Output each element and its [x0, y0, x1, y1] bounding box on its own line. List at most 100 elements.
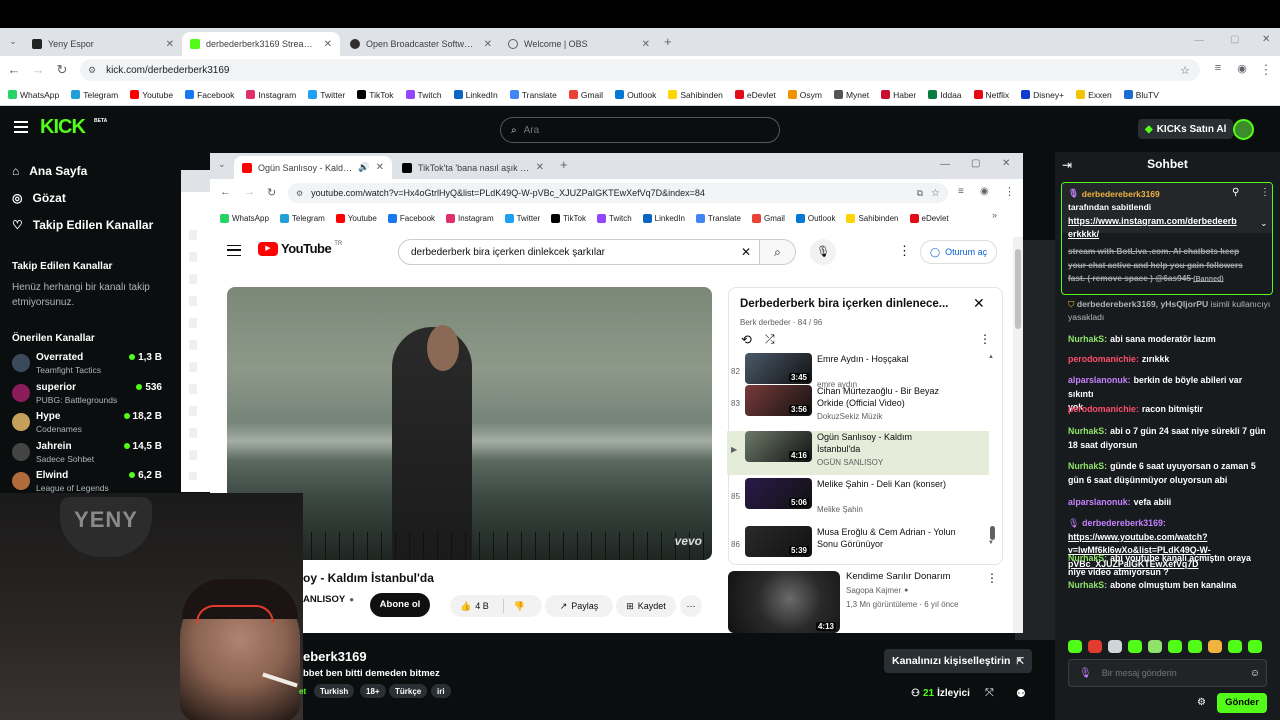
bookmark-sahibinden[interactable]: Sahibinden — [668, 90, 723, 100]
kick-logo[interactable]: KICK — [40, 116, 86, 139]
site-info-icon[interactable]: ⚙ — [296, 189, 303, 198]
close-icon[interactable]: ✕ — [166, 39, 174, 50]
recommended-channel[interactable]: Hype Codenames 18,2 B — [12, 411, 162, 439]
subscribe-button[interactable]: Abone ol — [370, 593, 430, 617]
like-count[interactable]: 4 B — [475, 601, 489, 611]
emote-icon[interactable] — [1148, 640, 1162, 653]
bookmark-exxen[interactable]: Exxen — [1076, 90, 1112, 100]
follow-user-icon[interactable]: ⚉ — [1016, 687, 1026, 700]
recommended-channel[interactable]: Sagopa Kajmer ● — [846, 586, 908, 595]
bookmark-twitch[interactable]: Twitch — [405, 90, 442, 100]
emote-icon[interactable] — [1068, 640, 1082, 653]
youtube-logo[interactable]: ▶ YouTube TR — [258, 241, 342, 256]
minimize-icon[interactable]: — — [1194, 35, 1204, 46]
media-control-icon[interactable]: ≡ — [1210, 62, 1226, 74]
inner-bookmark-whatsapp[interactable]: WhatsApp — [220, 213, 269, 223]
tag-turkish[interactable]: Turkish — [314, 684, 355, 698]
emote-icon[interactable] — [1228, 640, 1242, 653]
close-icon[interactable]: ✕ — [536, 162, 544, 173]
pinned-link[interactable]: https://www.instagram.com/derbedeerb erkk… — [1068, 215, 1237, 241]
menu-icon[interactable] — [14, 121, 28, 133]
profile-icon[interactable]: ◉ — [1234, 62, 1250, 75]
emote-icon[interactable] — [1168, 640, 1182, 653]
user-avatar[interactable] — [1233, 119, 1254, 140]
inner-bookmark-facebook[interactable]: Facebook — [387, 213, 435, 223]
forward-icon[interactable]: → — [30, 62, 46, 77]
emote-icon[interactable] — [1248, 640, 1262, 653]
browser-tab-1[interactable]: Yeny Espor ✕ — [24, 32, 182, 56]
bookmark-twitter[interactable]: Twitter — [308, 90, 345, 100]
yt-menu-icon[interactable] — [227, 245, 241, 256]
stream-channel-name[interactable]: eberk3169 — [303, 649, 367, 664]
inner-bookmark-outlook[interactable]: Outlook — [795, 213, 835, 223]
bookmark-blutv[interactable]: BluTV — [1123, 90, 1159, 100]
bookmark-edevlet[interactable]: eDevlet — [734, 90, 776, 100]
tag-turkce[interactable]: Türkçe — [389, 684, 428, 698]
new-tab-button[interactable]: + — [664, 34, 672, 49]
close-playlist-icon[interactable]: ✕ — [973, 295, 985, 312]
inner-bookmark-gmail[interactable]: Gmail — [751, 213, 785, 223]
inner-bookmark-telegram[interactable]: Telegram — [279, 213, 325, 223]
browser-tab-2[interactable]: derbederberk3169 Stream - W ✕ — [182, 32, 340, 56]
inner-bookmark-linkedin[interactable]: LinkedIn — [642, 213, 685, 223]
back-icon[interactable]: ← — [220, 186, 231, 198]
chat-username[interactable]: NurhakS: — [1068, 461, 1107, 471]
inner-tab-2[interactable]: TikTok'ta 'bana nasıl aşık oldu t✕ — [394, 156, 552, 179]
maximize-icon[interactable]: ▢ — [971, 158, 980, 169]
inner-bookmark-twitter[interactable]: Twitter — [504, 213, 540, 223]
share-icon[interactable]: ⤧ — [985, 687, 994, 700]
dislike-icon[interactable]: 👎 — [514, 601, 525, 612]
bookmark-iddaa[interactable]: Iddaa — [928, 90, 962, 100]
audio-icon[interactable]: 🔊 — [358, 162, 369, 173]
share-button[interactable]: ↗ Paylaş — [545, 595, 613, 617]
bookmark-translate[interactable]: Translate — [509, 90, 557, 100]
bookmark-linkedin[interactable]: LinkedIn — [453, 90, 498, 100]
recommended-more-icon[interactable]: ⋮ — [986, 571, 998, 585]
emote-icon[interactable] — [1088, 640, 1102, 653]
loop-icon[interactable]: ⟲ — [741, 332, 752, 348]
close-icon[interactable]: ✕ — [484, 39, 492, 50]
pin-icon[interactable]: ⚲ — [1232, 187, 1239, 198]
playlist-item[interactable]: 83 3:56 Cihan Mürtezaoğlu - Bir Beyaz Orki… — [727, 385, 989, 429]
customize-channel-button[interactable]: Kanalınızı kişiselleştirin ⇱ — [884, 649, 1033, 673]
bookmark-telegram[interactable]: Telegram — [71, 90, 118, 100]
inner-bookmark-twitch[interactable]: Twitch — [597, 213, 632, 223]
bookmark-osym[interactable]: Osym — [787, 90, 822, 100]
bookmark-mynet[interactable]: Mynet — [833, 90, 869, 100]
emote-icon[interactable] — [1208, 640, 1222, 653]
pinned-user[interactable]: 🎙 derbedereberk3169 — [1068, 188, 1160, 199]
profile-icon[interactable]: ◉ — [980, 186, 989, 197]
playlist-title[interactable]: Derbederberk bira içerken dinlenece... — [740, 298, 965, 310]
nav-home[interactable]: ⌂ Ana Sayfa — [0, 157, 172, 184]
playlist-more-icon[interactable]: ⋮ — [979, 332, 991, 346]
inner-tab-1[interactable]: Ogün Sanlısoy - Kaldım İsta🔊✕ — [234, 156, 392, 179]
maximize-icon[interactable]: ▢ — [1230, 34, 1239, 45]
bookmark-haber[interactable]: Haber — [881, 90, 916, 100]
playlist-item[interactable]: ▶ 4:16 Ogün Sanlısoy - Kaldım İstanbul'da O… — [727, 431, 989, 475]
back-icon[interactable]: ← — [6, 62, 22, 77]
bookmark-star-icon[interactable]: ☆ — [931, 188, 940, 199]
install-app-icon[interactable]: ⧉ — [917, 188, 923, 199]
nav-browse[interactable]: ◎ Gözat — [0, 184, 172, 211]
chat-settings-icon[interactable]: ⚙ — [1197, 697, 1206, 708]
yt-more-icon[interactable]: ⋮ — [898, 243, 911, 259]
chrome-menu-icon[interactable]: ⋮ — [1258, 62, 1274, 78]
bookmark-whatsapp[interactable]: WhatsApp — [8, 90, 59, 100]
chat-username[interactable]: perodomanichie: — [1068, 354, 1139, 364]
chat-username[interactable]: NurhakS: — [1068, 334, 1107, 344]
chat-input[interactable] — [1101, 668, 1240, 678]
inner-bookmark-sahibinden[interactable]: Sahibinden — [846, 213, 899, 223]
browser-tab-4[interactable]: Welcome | OBS ✕ — [500, 32, 658, 56]
chat-username[interactable]: NurhakS: — [1068, 580, 1107, 590]
like-icon[interactable]: 👍 — [460, 601, 471, 612]
page-scroll-thumb[interactable] — [1015, 249, 1021, 329]
bookmark-tiktok[interactable]: TikTok — [357, 90, 394, 100]
yt-search-button[interactable]: ⌕ — [760, 239, 796, 265]
bookmark-star-icon[interactable]: ☆ — [1180, 64, 1190, 77]
bookmark-facebook[interactable]: Facebook — [185, 90, 234, 100]
voice-search-button[interactable]: 🎙 — [810, 239, 836, 265]
inner-address-bar[interactable]: ⚙ youtube.com/watch?v=Hx4oGtrlHyQ&list=P… — [288, 183, 948, 203]
recommended-title[interactable]: Kendime Sarılır Donarım — [846, 571, 951, 582]
yt-search-input[interactable]: derbederberk bira içerken dinlekcek şark… — [411, 247, 605, 258]
more-bookmarks-icon[interactable]: » — [992, 210, 997, 220]
